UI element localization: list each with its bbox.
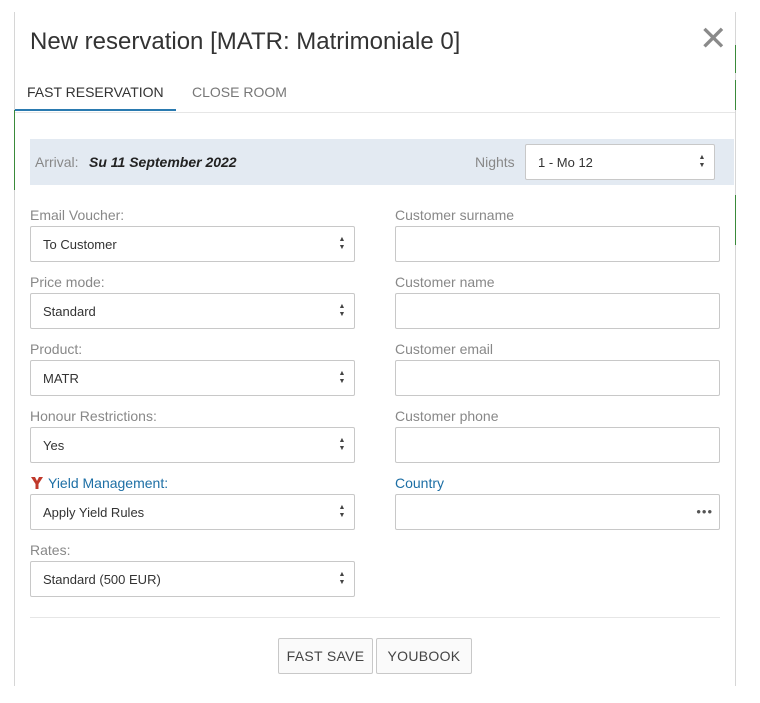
sort-arrows-icon: ▲ ▼ (338, 504, 346, 519)
email-voucher-value: To Customer (43, 237, 117, 252)
price-mode-value: Standard (43, 304, 96, 319)
yield-y-icon (30, 476, 44, 493)
sort-arrows-icon: ▲ ▼ (338, 571, 346, 586)
tab-close-room[interactable]: CLOSE ROOM (192, 74, 287, 111)
honour-restrictions-label: Honour Restrictions: (30, 408, 157, 424)
customer-name-label: Customer name (395, 274, 495, 290)
country-input[interactable]: ••• (395, 494, 720, 530)
sort-arrows-icon: ▲ ▼ (338, 303, 346, 318)
customer-phone-input[interactable] (395, 427, 720, 463)
yield-management-select[interactable]: Apply Yield Rules ▲ ▼ (30, 494, 355, 530)
ellipsis-icon[interactable]: ••• (696, 504, 713, 519)
dialog-title: New reservation [MATR: Matrimoniale 0] (30, 28, 461, 55)
nights-label: Nights (475, 154, 515, 170)
customer-email-input[interactable] (395, 360, 720, 396)
customer-surname-label: Customer surname (395, 207, 515, 223)
close-icon[interactable]: ✕ (699, 22, 728, 58)
fast-save-button[interactable]: FAST SAVE (278, 638, 373, 674)
yield-management-value: Apply Yield Rules (43, 505, 145, 520)
honour-restrictions-value: Yes (43, 438, 65, 453)
customer-email-label: Customer email (395, 341, 494, 357)
sort-arrows-icon: ▲ ▼ (338, 370, 346, 385)
youbook-button[interactable]: YOUBOOK (376, 638, 472, 674)
arrival-bar: Arrival: Su 11 September 2022 Nights 1 -… (30, 139, 734, 185)
customer-name-input[interactable] (395, 293, 720, 329)
arrival-label: Arrival: (35, 154, 79, 170)
tab-fast-reservation[interactable]: FAST RESERVATION (15, 74, 176, 111)
email-voucher-select[interactable]: To Customer ▲ ▼ (30, 226, 355, 262)
price-mode-select[interactable]: Standard ▲ ▼ (30, 293, 355, 329)
sort-arrows-icon: ▲ ▼ (338, 236, 346, 251)
rates-label: Rates: (30, 542, 71, 558)
customer-surname-input[interactable] (395, 226, 720, 262)
page-edge-right (735, 12, 736, 686)
yield-management-label-row: Yield Management: (30, 475, 168, 493)
product-value: MATR (43, 371, 79, 386)
background-edge-accent (735, 45, 736, 73)
rates-value: Standard (500 EUR) (43, 572, 161, 587)
rates-select[interactable]: Standard (500 EUR) ▲ ▼ (30, 561, 355, 597)
price-mode-label: Price mode: (30, 274, 105, 290)
product-label: Product: (30, 341, 83, 357)
background-edge-accent (735, 80, 736, 110)
email-voucher-label: Email Voucher: (30, 207, 125, 223)
honour-restrictions-select[interactable]: Yes ▲ ▼ (30, 427, 355, 463)
arrival-date: Su 11 September 2022 (89, 154, 237, 170)
reservation-dialog: New reservation [MATR: Matrimoniale 0] ✕… (15, 0, 735, 703)
nights-select[interactable]: 1 - Mo 12 ▲ ▼ (525, 144, 715, 180)
sort-arrows-icon: ▲ ▼ (338, 437, 346, 452)
nights-select-value: 1 - Mo 12 (538, 155, 593, 170)
yield-management-label: Yield Management: (48, 475, 169, 491)
sort-arrows-icon: ▲ ▼ (698, 154, 706, 169)
country-label: Country (395, 475, 445, 491)
customer-phone-label: Customer phone (395, 408, 499, 424)
tab-bar: FAST RESERVATION CLOSE ROOM (15, 74, 735, 113)
footer-divider (30, 617, 720, 618)
background-edge-accent (735, 195, 736, 245)
product-select[interactable]: MATR ▲ ▼ (30, 360, 355, 396)
